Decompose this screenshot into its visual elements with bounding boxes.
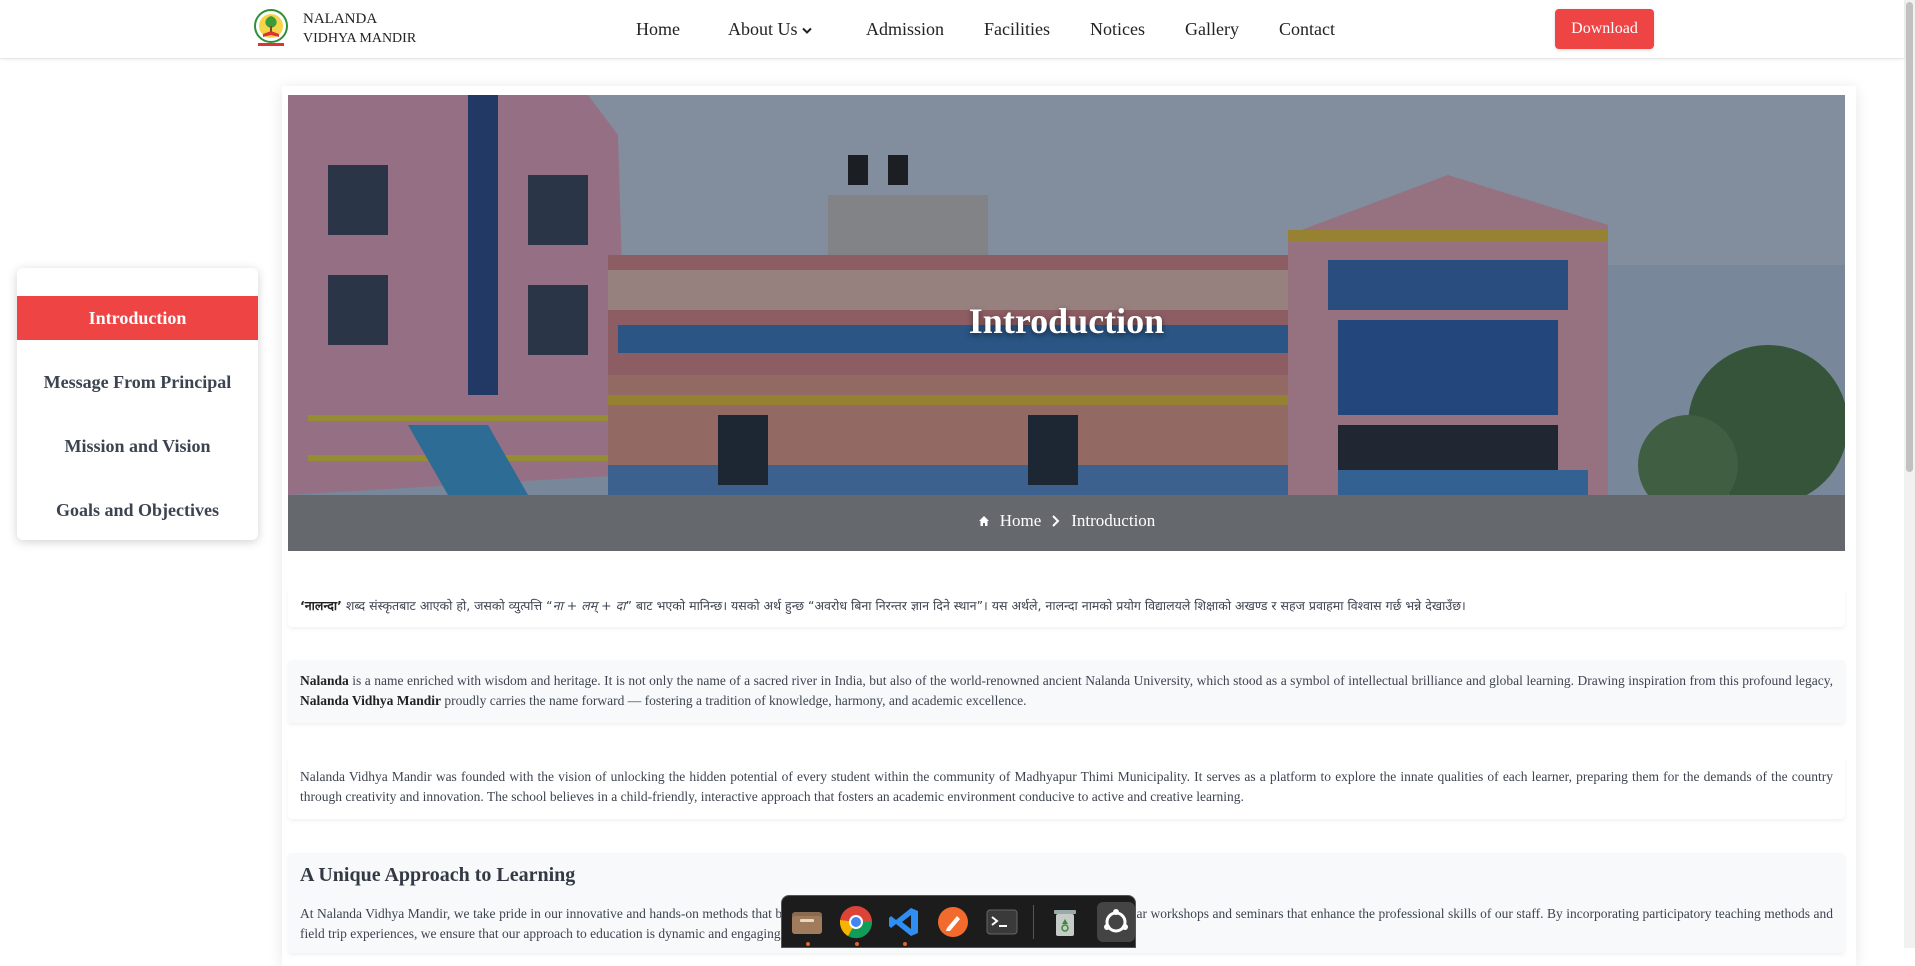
scrollbar-thumb[interactable]	[1906, 2, 1913, 472]
apps-icon[interactable]	[1096, 901, 1135, 942]
sidebar-item-introduction[interactable]: Introduction	[17, 296, 258, 340]
intro-nepali-text-b: ” बाट भएको मानिन्छ। यसको अर्थ हुन्छ “अवर…	[625, 598, 1466, 613]
sidebar-item-goals-objectives[interactable]: Goals and Objectives	[17, 488, 258, 532]
download-button[interactable]: Download	[1555, 9, 1654, 49]
running-indicator	[903, 941, 908, 946]
chevron-right-icon	[1052, 515, 1060, 527]
intro-nepali: ‘नालन्दा’ शब्द संस्कृतबाट आएको हो, जसको …	[288, 588, 1845, 627]
about-sidebar: Introduction Message From Principal Miss…	[17, 268, 258, 540]
breadcrumb-home[interactable]: Home	[1000, 511, 1042, 531]
sidebar-item-mission-vision[interactable]: Mission and Vision	[17, 424, 258, 468]
para2-text-2: proudly carries the name forward — foste…	[441, 693, 1027, 708]
brand-line-2: VIDHYA MANDIR	[303, 31, 417, 46]
trash-icon[interactable]	[1048, 904, 1083, 940]
terminal-icon[interactable]	[984, 904, 1019, 940]
brand-name[interactable]: NALANDA VIDHYA MANDIR	[303, 9, 416, 49]
hero-banner: Introduction Home Introduction	[288, 95, 1845, 551]
chrome-icon[interactable]	[839, 904, 874, 946]
running-indicator	[854, 941, 859, 946]
nav-admission[interactable]: Admission	[866, 19, 944, 40]
nav-notices[interactable]: Notices	[1090, 19, 1145, 40]
hero-title: Introduction	[968, 301, 1165, 341]
taskbar-dock	[781, 895, 1136, 948]
pen-tool-icon[interactable]	[936, 904, 971, 940]
nav-about[interactable]: About Us	[728, 19, 812, 40]
files-icon[interactable]	[790, 904, 825, 946]
intro-paragraph-founding: Nalanda Vidhya Mandir was founded with t…	[288, 756, 1845, 819]
para3-text: Nalanda Vidhya Mandir was founded with t…	[300, 769, 1833, 804]
dock-separator	[1032, 904, 1034, 939]
home-icon[interactable]	[978, 515, 990, 527]
page-scrollbar[interactable]	[1904, 0, 1915, 948]
vscode-icon[interactable]	[887, 904, 922, 946]
nav-gallery[interactable]: Gallery	[1185, 19, 1239, 40]
nav-home[interactable]: Home	[636, 19, 680, 40]
school-logo[interactable]	[252, 8, 290, 50]
chevron-down-icon	[801, 27, 812, 34]
nav-facilities[interactable]: Facilities	[984, 19, 1050, 40]
nav-contact[interactable]: Contact	[1279, 19, 1335, 40]
brand-line-1: NALANDA	[303, 11, 378, 27]
site-header: NALANDA VIDHYA MANDIR Home About Us Admi…	[0, 0, 1904, 59]
intro-paragraph-nalanda: Nalanda is a name enriched with wisdom a…	[288, 660, 1845, 723]
para2-bold-2: Nalanda Vidhya Mandir	[300, 693, 442, 708]
breadcrumb-current: Introduction	[1071, 511, 1156, 530]
intro-nepali-text-a: शब्द संस्कृतबाट आएको हो, जसको व्युत्पत्त…	[341, 598, 553, 613]
breadcrumb: Home Introduction	[288, 511, 1845, 531]
para2-bold-1: Nalanda	[300, 673, 349, 688]
nav-about-label: About Us	[728, 19, 798, 39]
running-indicator	[806, 941, 810, 946]
intro-nepali-italic: ना + लम् + दा	[552, 598, 626, 613]
section-heading: A Unique Approach to Learning	[300, 864, 576, 886]
intro-nepali-bold: ‘नालन्दा’	[300, 598, 342, 613]
para2-text-1: is a name enriched with wisdom and herit…	[348, 673, 1833, 688]
sidebar-item-message-from-principal[interactable]: Message From Principal	[17, 360, 258, 404]
